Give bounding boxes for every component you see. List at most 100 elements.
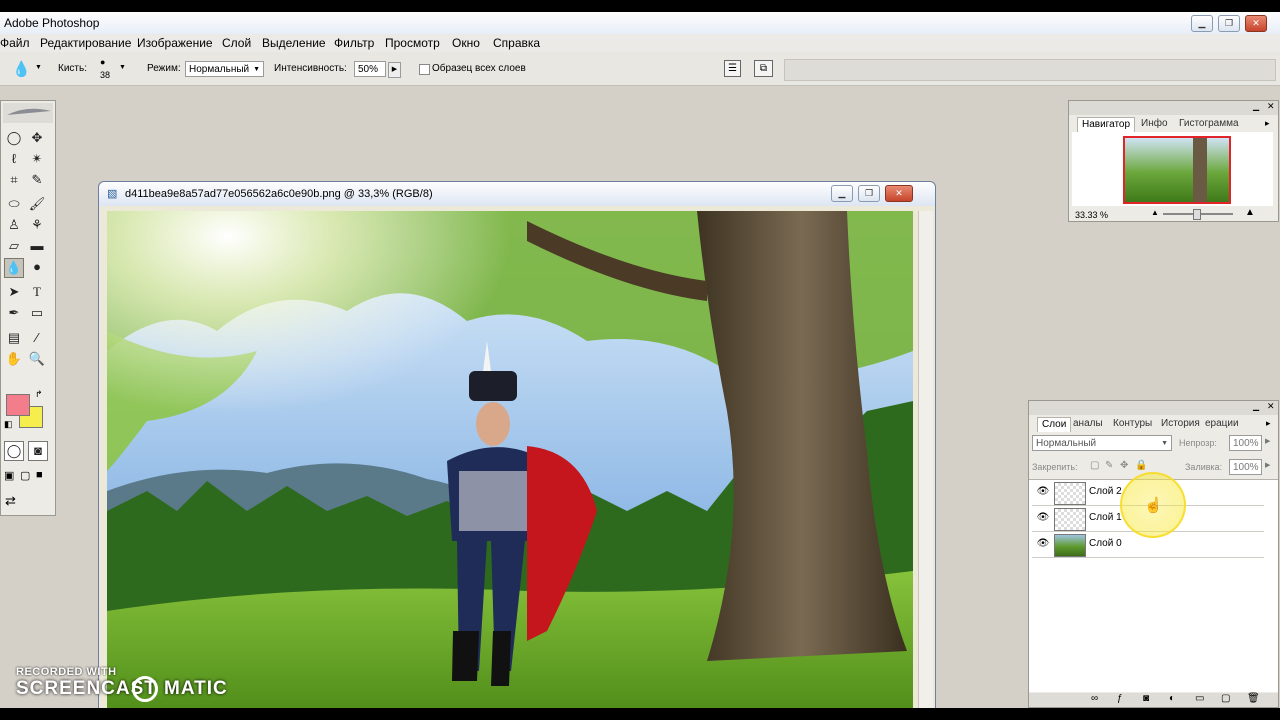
menu-edit[interactable]: Редактирование — [40, 36, 131, 50]
blend-mode-select[interactable]: Нормальный ▼ — [1032, 435, 1172, 451]
jump-to-imageready-icon[interactable]: ⇄ — [5, 493, 16, 509]
tab-paths[interactable]: Контуры — [1109, 417, 1156, 431]
tab-history[interactable]: История — [1157, 417, 1204, 431]
tab-actions[interactable]: ерации — [1201, 417, 1243, 431]
screen-mode-standard-icon[interactable]: ▣ — [4, 469, 14, 482]
doc-minimize-button[interactable]: ▁ — [831, 185, 853, 202]
document-title-bar[interactable]: ▧ d411bea9e8a57ad77e056562a6c0e90b.png @… — [99, 182, 935, 206]
tab-navigator[interactable]: Навигатор — [1077, 117, 1136, 132]
crop-tool-icon[interactable]: ⌗ — [5, 171, 23, 189]
navigator-view-box[interactable] — [1123, 136, 1231, 204]
lock-image-icon[interactable]: ✎ — [1105, 460, 1113, 471]
type-tool-icon[interactable]: T — [28, 283, 46, 301]
zoom-in-icon[interactable]: ▲ — [1245, 207, 1255, 218]
quick-mask-mode-icon[interactable]: ◙ — [28, 441, 48, 461]
layers-panel-menu-icon[interactable]: ▸ — [1266, 418, 1271, 429]
visibility-eye-icon[interactable]: 👁 — [1036, 487, 1050, 497]
blur-tool-icon-selected[interactable]: 💧 — [4, 258, 24, 278]
lasso-tool-icon[interactable]: ℓ — [5, 150, 23, 168]
zoom-out-icon[interactable]: ▲ — [1151, 208, 1159, 217]
document-vertical-scrollbar[interactable] — [918, 211, 933, 708]
brush-tool-icon[interactable]: 🖌 — [28, 195, 46, 213]
navigator-zoom-thumb[interactable] — [1193, 209, 1201, 220]
panel-close-icon[interactable]: ✕ — [1267, 101, 1275, 112]
fill-slider-icon[interactable]: ▶ — [1265, 461, 1270, 469]
history-brush-tool-icon[interactable]: ⚘ — [28, 216, 46, 234]
lock-position-icon[interactable]: ✥ — [1120, 460, 1128, 471]
minimize-button[interactable]: ▁ — [1191, 15, 1213, 32]
menu-image[interactable]: Изображение — [137, 36, 213, 50]
navigator-panel-header[interactable]: ▁ ✕ — [1069, 101, 1278, 115]
mode-select[interactable]: Нормальный ▼ — [185, 61, 264, 77]
intensity-slider-icon[interactable]: ▶ — [388, 62, 401, 78]
layers-panel-minimize-icon[interactable]: ▁ — [1253, 402, 1259, 411]
eyedropper-tool-icon[interactable]: ⁄ — [28, 329, 46, 347]
screen-mode-full-icon[interactable]: ■ — [36, 469, 43, 481]
file-browser-icon[interactable]: ⧉ — [754, 60, 773, 77]
gradient-tool-icon[interactable]: ▬ — [28, 237, 46, 255]
pen-tool-icon[interactable]: ✒ — [5, 304, 23, 322]
delete-layer-icon[interactable]: 🗑 — [1247, 693, 1260, 704]
adjustment-layer-icon[interactable]: ◐ — [1169, 693, 1175, 704]
new-group-icon[interactable]: ▭ — [1195, 693, 1204, 704]
menu-filter[interactable]: Фильтр — [334, 36, 374, 50]
tab-info[interactable]: Инфо — [1137, 117, 1172, 131]
shape-tool-icon[interactable]: ▭ — [28, 304, 46, 322]
screen-mode-full-menu-icon[interactable]: ▢ — [20, 469, 30, 482]
layers-panel-header[interactable]: ▁ ✕ — [1029, 401, 1278, 415]
layer-thumbnail — [1054, 482, 1086, 505]
default-colors-icon[interactable]: ◧ — [4, 419, 13, 430]
opacity-slider-icon[interactable]: ▶ — [1265, 437, 1270, 445]
link-layers-icon[interactable]: ∞ — [1091, 693, 1098, 704]
layer-style-icon[interactable]: ƒ — [1117, 693, 1123, 704]
fill-input[interactable]: 100% — [1229, 459, 1262, 475]
slice-tool-icon[interactable]: ✎ — [28, 171, 46, 189]
magic-wand-tool-icon[interactable]: ✴ — [28, 150, 46, 168]
visibility-eye-icon[interactable]: 👁 — [1036, 513, 1050, 523]
standard-mode-icon[interactable]: ◯ — [4, 441, 24, 461]
visibility-eye-icon[interactable]: 👁 — [1036, 539, 1050, 549]
eraser-tool-icon[interactable]: ▱ — [5, 237, 23, 255]
blur-tool-icon[interactable]: 💧 — [12, 60, 31, 78]
brush-dot-icon[interactable]: ● — [100, 57, 105, 67]
clone-stamp-tool-icon[interactable]: ♙ — [5, 216, 23, 234]
dodge-tool-icon[interactable]: ● — [28, 258, 46, 276]
hand-tool-icon[interactable]: ✋ — [5, 350, 23, 368]
image-canvas[interactable] — [107, 211, 913, 708]
foreground-color-swatch[interactable] — [6, 394, 30, 416]
layers-panel-close-icon[interactable]: ✕ — [1267, 401, 1275, 412]
palette-well-icon[interactable]: ☰ — [724, 60, 741, 77]
menu-select[interactable]: Выделение — [262, 36, 326, 50]
path-selection-tool-icon[interactable]: ➤ — [5, 283, 23, 301]
menu-layer[interactable]: Слой — [222, 36, 251, 50]
intensity-input[interactable]: 50% — [354, 61, 386, 77]
menu-file[interactable]: Файл — [0, 36, 30, 50]
tool-preset-dropdown-icon[interactable]: ▼ — [35, 64, 42, 71]
menu-window[interactable]: Окно — [452, 36, 480, 50]
panel-menu-icon[interactable]: ▸ — [1265, 118, 1270, 129]
doc-maximize-button[interactable]: ❐ — [858, 185, 880, 202]
sample-all-layers-checkbox[interactable] — [419, 64, 430, 75]
close-button[interactable]: ✕ — [1245, 15, 1267, 32]
new-layer-icon[interactable]: ▢ — [1221, 693, 1230, 704]
layer-mask-icon[interactable]: ◙ — [1143, 693, 1149, 704]
panel-minimize-icon[interactable]: ▁ — [1253, 102, 1259, 111]
maximize-button[interactable]: ❐ — [1218, 15, 1240, 32]
navigator-zoom-slider[interactable] — [1163, 209, 1233, 220]
brush-dropdown-icon[interactable]: ▼ — [119, 64, 126, 71]
tab-layers[interactable]: Слои — [1037, 417, 1072, 432]
notes-tool-icon[interactable]: ▤ — [5, 329, 23, 347]
swap-colors-icon[interactable]: ↱ — [35, 389, 43, 400]
tab-histogram[interactable]: Гистограмма — [1175, 117, 1243, 131]
healing-brush-tool-icon[interactable]: ⬭ — [5, 195, 23, 213]
opacity-input[interactable]: 100% — [1229, 435, 1262, 451]
lock-all-icon[interactable]: 🔒 — [1135, 460, 1147, 471]
doc-close-button[interactable]: ✕ — [885, 185, 913, 202]
tab-channels[interactable]: аналы — [1069, 417, 1107, 431]
menu-view[interactable]: Просмотр — [385, 36, 440, 50]
marquee-tool-icon[interactable]: ◯ — [5, 129, 23, 147]
menu-help[interactable]: Справка — [493, 36, 540, 50]
zoom-tool-icon[interactable]: 🔍 — [28, 350, 46, 368]
lock-transparency-icon[interactable]: ▢ — [1090, 460, 1099, 471]
move-tool-icon[interactable]: ✥ — [28, 129, 46, 147]
